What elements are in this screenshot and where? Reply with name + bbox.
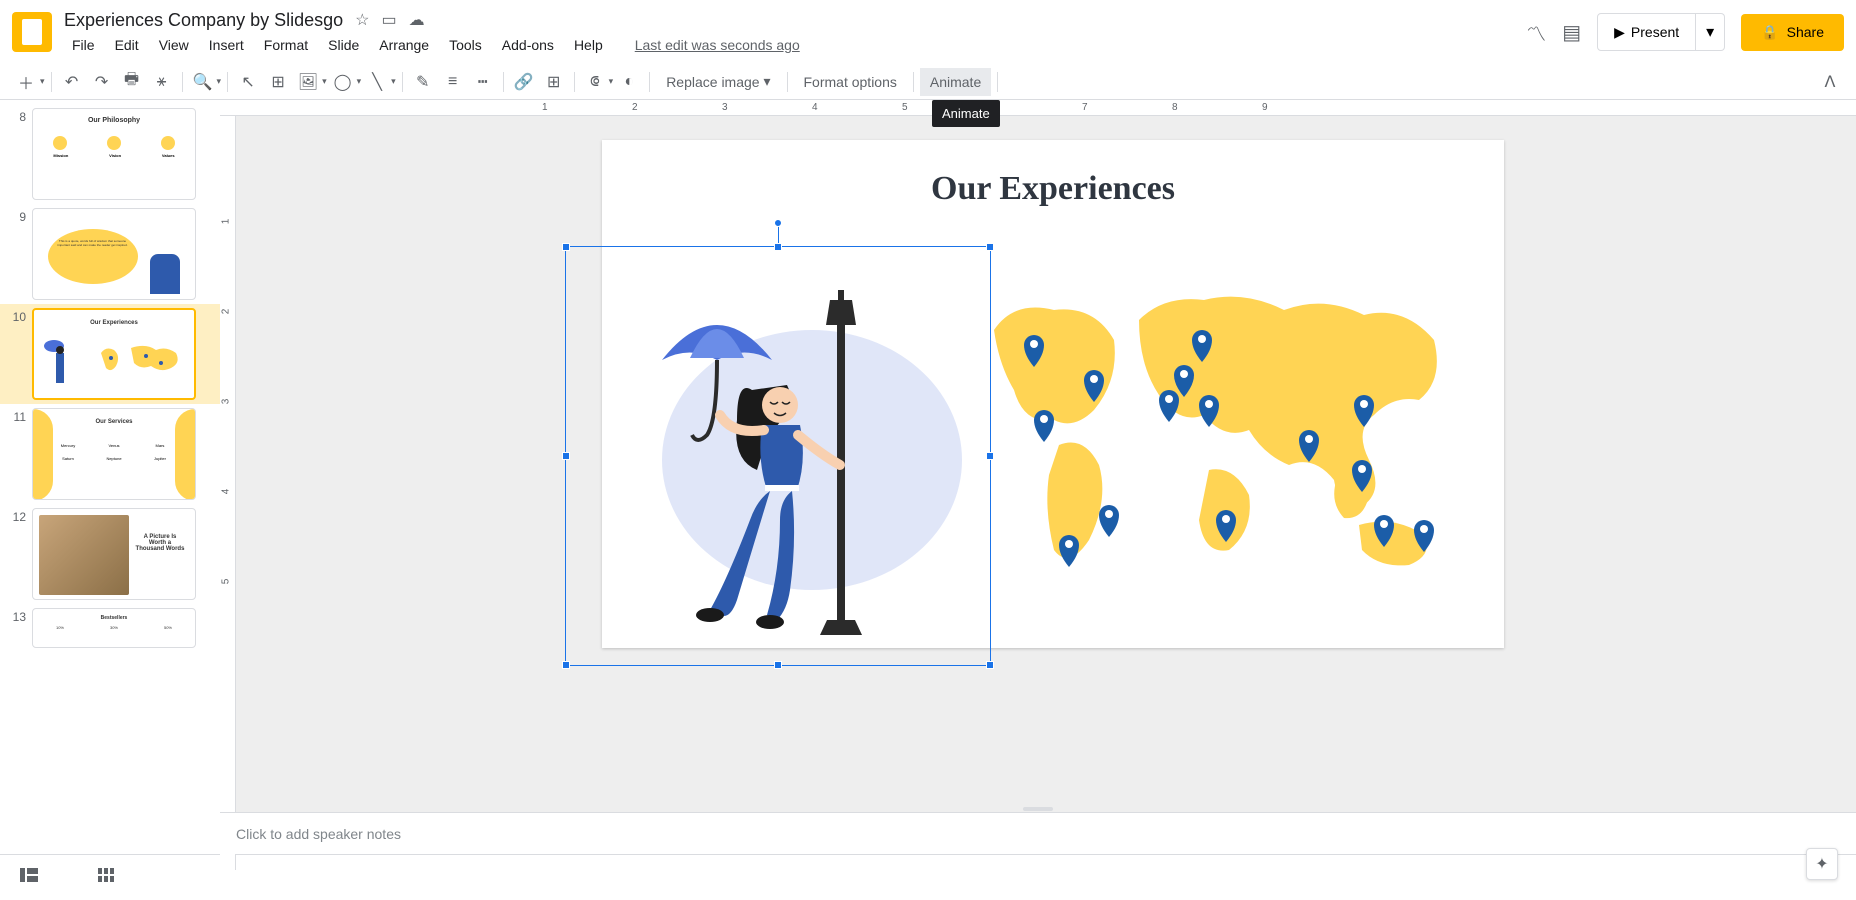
menu-view[interactable]: View bbox=[151, 35, 197, 55]
menu-edit[interactable]: Edit bbox=[107, 35, 147, 55]
doc-title[interactable]: Experiences Company by Slidesgo bbox=[64, 10, 343, 31]
lock-icon: 🔒 bbox=[1761, 24, 1778, 41]
shape-tool[interactable]: ◯ bbox=[329, 68, 357, 96]
new-slide-button[interactable]: ＋ bbox=[12, 68, 40, 96]
cloud-status-icon[interactable]: ☁ bbox=[409, 10, 425, 30]
animate-button[interactable]: Animate bbox=[920, 68, 991, 96]
activity-icon[interactable]: 〽 bbox=[1526, 18, 1546, 47]
resize-handle-mr[interactable] bbox=[986, 452, 994, 460]
zoom-button[interactable]: 🔍 bbox=[189, 68, 217, 96]
border-dash-button[interactable]: ┅ bbox=[469, 68, 497, 96]
menu-file[interactable]: File bbox=[64, 35, 103, 55]
selection-box[interactable] bbox=[565, 246, 991, 666]
undo-button[interactable]: ↶ bbox=[58, 68, 86, 96]
border-weight-button[interactable]: ≡ bbox=[439, 68, 467, 96]
resize-handle-tl[interactable] bbox=[562, 243, 570, 251]
menu-arrange[interactable]: Arrange bbox=[371, 35, 437, 55]
star-icon[interactable]: ☆ bbox=[355, 10, 369, 30]
collapse-toolbar-button[interactable]: ᐱ bbox=[1816, 68, 1844, 96]
slide-filmstrip[interactable]: 8 Our Philosophy MissionVisionValues 9 T… bbox=[0, 100, 220, 854]
notes-placeholder: Click to add speaker notes bbox=[236, 826, 401, 842]
replace-image-button[interactable]: Replace image ▾ bbox=[656, 68, 780, 96]
present-dropdown[interactable]: ▾ bbox=[1696, 13, 1725, 51]
menu-addons[interactable]: Add-ons bbox=[494, 35, 562, 55]
speaker-notes[interactable]: Click to add speaker notes bbox=[220, 812, 1856, 854]
slide-thumb-13[interactable]: 13 Bestsellers 10%30%50% bbox=[0, 604, 220, 652]
share-button[interactable]: 🔒 Share bbox=[1741, 14, 1844, 51]
main-area: 8 Our Philosophy MissionVisionValues 9 T… bbox=[0, 100, 1856, 854]
paint-format-button[interactable]: ⚹ bbox=[148, 68, 176, 96]
textbox-tool[interactable]: ⊞ bbox=[264, 68, 292, 96]
menu-slide[interactable]: Slide bbox=[320, 35, 367, 55]
resize-handle-bm[interactable] bbox=[774, 661, 782, 669]
comments-icon[interactable]: ▤ bbox=[1562, 20, 1581, 45]
slides-logo[interactable] bbox=[12, 12, 52, 52]
link-button[interactable]: 🔗 bbox=[510, 68, 538, 96]
slide-thumb-12[interactable]: 12 A Picture Is Worth a Thousand Words bbox=[0, 504, 220, 604]
header: Experiences Company by Slidesgo ☆ ▭ ☁ Fi… bbox=[0, 0, 1856, 64]
resize-handle-tr[interactable] bbox=[986, 243, 994, 251]
mask-button[interactable]: ◐ bbox=[615, 68, 643, 96]
resize-handle-bl[interactable] bbox=[562, 661, 570, 669]
title-area: Experiences Company by Slidesgo ☆ ▭ ☁ Fi… bbox=[64, 10, 1526, 55]
resize-handle-br[interactable] bbox=[986, 661, 994, 669]
last-edit-link[interactable]: Last edit was seconds ago bbox=[627, 35, 808, 55]
format-options-button[interactable]: Format options bbox=[794, 68, 907, 96]
slide-thumb-10[interactable]: 10 Our Experiences bbox=[0, 304, 220, 404]
print-button[interactable]: 🖶 bbox=[118, 68, 146, 96]
crop-button[interactable]: ⟃ bbox=[581, 68, 609, 96]
world-map[interactable] bbox=[964, 270, 1464, 600]
present-button[interactable]: ▶ Present bbox=[1597, 13, 1696, 51]
slide-title[interactable]: Our Experiences bbox=[602, 140, 1504, 208]
menu-tools[interactable]: Tools bbox=[441, 35, 490, 55]
line-tool[interactable]: ╲ bbox=[363, 68, 391, 96]
resize-handle-ml[interactable] bbox=[562, 452, 570, 460]
menu-insert[interactable]: Insert bbox=[201, 35, 252, 55]
resize-handle-tm[interactable] bbox=[774, 243, 782, 251]
filmstrip-view-icon[interactable] bbox=[20, 868, 38, 887]
slide-thumb-8[interactable]: 8 Our Philosophy MissionVisionValues bbox=[0, 104, 220, 204]
vertical-ruler: 1 2 3 4 5 bbox=[220, 116, 236, 870]
menu-bar: File Edit View Insert Format Slide Arran… bbox=[64, 35, 1526, 55]
play-icon: ▶ bbox=[1614, 24, 1625, 41]
menu-format[interactable]: Format bbox=[256, 35, 316, 55]
canvas-area: 1 2 3 4 5 6 7 8 9 1 2 3 4 5 Our Experien… bbox=[220, 100, 1856, 854]
slide-thumb-11[interactable]: 11 Our Services MercuryVenusMars SaturnN… bbox=[0, 404, 220, 504]
slide-canvas[interactable]: Our Experiences bbox=[602, 140, 1504, 648]
rotation-handle[interactable] bbox=[774, 219, 782, 227]
explore-button[interactable]: ✦ bbox=[1806, 848, 1838, 880]
redo-button[interactable]: ↷ bbox=[88, 68, 116, 96]
animate-tooltip: Animate bbox=[932, 100, 1000, 127]
comment-button[interactable]: ⊞ bbox=[540, 68, 568, 96]
canvas-scroll[interactable]: Our Experiences bbox=[220, 116, 1856, 812]
image-tool[interactable]: 🖼 bbox=[294, 68, 322, 96]
footer-bar bbox=[0, 854, 1856, 900]
grid-view-icon[interactable] bbox=[98, 868, 114, 887]
slide-thumb-9[interactable]: 9 This is a quote, words full of wisdom … bbox=[0, 204, 220, 304]
move-icon[interactable]: ▭ bbox=[382, 10, 397, 30]
border-color-button[interactable]: ✎ bbox=[409, 68, 437, 96]
menu-help[interactable]: Help bbox=[566, 35, 611, 55]
toolbar: ＋▾ ↶ ↷ 🖶 ⚹ 🔍▾ ↖ ⊞ 🖼▾ ◯▾ ╲▾ ✎ ≡ ┅ 🔗 ⊞ ⟃▾ … bbox=[0, 64, 1856, 100]
select-tool[interactable]: ↖ bbox=[234, 68, 262, 96]
horizontal-ruler: 1 2 3 4 5 6 7 8 9 bbox=[220, 100, 1856, 116]
